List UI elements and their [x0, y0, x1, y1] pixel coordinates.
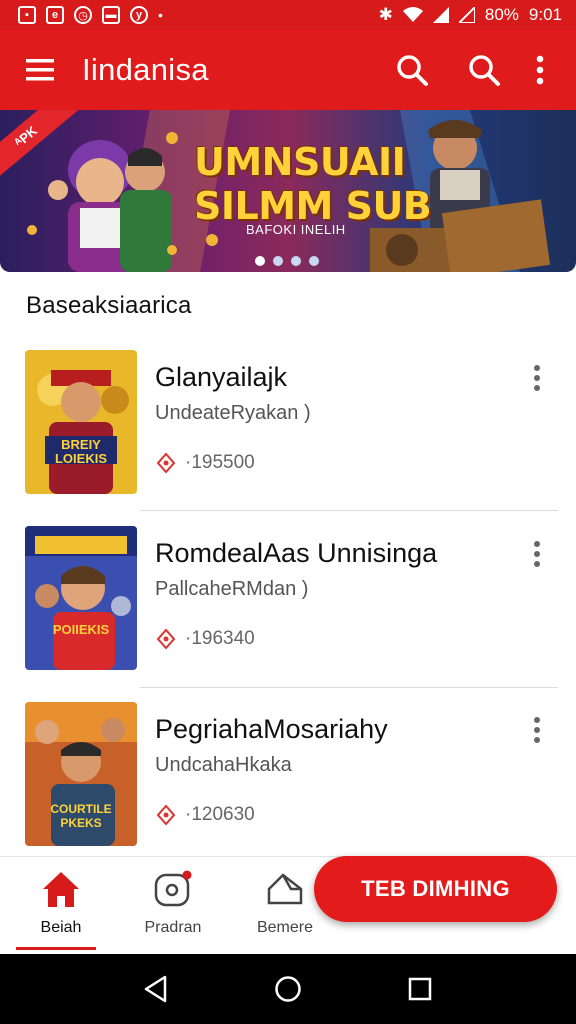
- menu-button[interactable]: [0, 30, 82, 110]
- game-list: BREIY LOIEKIS Glanyailajk UndeateRyakan …: [0, 340, 576, 868]
- notification-square-icon: ▪: [18, 6, 36, 24]
- carousel-dot[interactable]: [309, 256, 319, 266]
- item-meta: ·195500: [155, 452, 255, 474]
- item-more-button[interactable]: [522, 712, 552, 748]
- item-meta-value: ·196340: [185, 628, 255, 649]
- battery-percentage: 80%: [484, 5, 519, 24]
- list-item[interactable]: POIIEKIS RomdealAas Unnisinga PallcaheRM…: [0, 516, 576, 692]
- location-pin-icon: [156, 628, 176, 650]
- item-subtitle: UndcahaHkaka: [155, 754, 292, 776]
- game-thumbnail[interactable]: BREIY LOIEKIS: [25, 350, 137, 494]
- system-navigation-bar: [0, 954, 576, 1024]
- item-meta: ·120630: [155, 804, 255, 826]
- banner-title-line1: UMNSUAII: [194, 140, 406, 184]
- search-icon: [397, 55, 428, 86]
- nav-label: Pradran: [144, 919, 202, 936]
- item-meta-value: ·195500: [185, 452, 255, 473]
- system-status: ✱ 80% 9:01: [379, 5, 562, 25]
- list-item[interactable]: BREIY LOIEKIS Glanyailajk UndeateRyakan …: [0, 340, 576, 516]
- item-title: Glanyailajk: [155, 362, 288, 392]
- location-pin-icon: [156, 452, 176, 474]
- carousel-dot[interactable]: [255, 256, 265, 266]
- item-subtitle: UndeateRyakan ): [155, 402, 311, 424]
- section-title: Baseaksiaarica: [26, 292, 192, 319]
- notification-icons: ▪ e ◷ ▬ y •: [18, 6, 164, 24]
- clock-time: 9:01: [528, 5, 562, 24]
- home-icon: [43, 872, 79, 907]
- carousel-dot[interactable]: [273, 256, 283, 266]
- game-thumbnail-art: [25, 350, 137, 494]
- nav-label: Bemere: [256, 919, 314, 936]
- more-vertical-icon: [534, 541, 540, 567]
- item-title: RomdealAas Unnisinga: [155, 538, 438, 568]
- back-icon[interactable]: [143, 975, 169, 1003]
- search-button[interactable]: [376, 30, 448, 110]
- status-bar: ▪ e ◷ ▬ y • ✱ 80% 9:01: [0, 0, 576, 30]
- item-meta-value: ·120630: [185, 804, 255, 825]
- item-more-button[interactable]: [522, 536, 552, 572]
- thumbnail-caption: BREIY LOIEKIS: [54, 437, 107, 466]
- wifi-icon: [402, 7, 423, 23]
- location-pin-icon: [156, 804, 176, 826]
- app-screen: ▪ e ◷ ▬ y • ✱ 80% 9:01 Iindanisa ᴬPK UMN…: [0, 0, 576, 1024]
- notification-icon: [154, 870, 192, 907]
- app-notification-icon: e: [46, 6, 64, 24]
- list-item[interactable]: COURTILE PKEKS PegriahaMosariahy Undcaha…: [0, 692, 576, 868]
- game-thumbnail-art: [25, 526, 137, 670]
- nav-active-indicator: [16, 947, 96, 950]
- carousel-indicators: [255, 256, 319, 266]
- menu-icon: [26, 59, 54, 81]
- nav-label: Beiah: [40, 919, 82, 936]
- item-subtitle: PallcaheRMdan ): [155, 578, 309, 600]
- game-thumbnail[interactable]: COURTILE PKEKS: [25, 702, 137, 846]
- nav-item-home[interactable]: Beiah: [6, 857, 116, 955]
- item-more-button[interactable]: [522, 360, 552, 396]
- promo-banner[interactable]: ᴬPK UMNSUAII SILMM SUB BAFOKI INELIH: [0, 110, 576, 272]
- search-icon: [469, 55, 500, 86]
- game-thumbnail[interactable]: POIIEKIS: [25, 526, 137, 670]
- bluetooth-icon: ✱: [378, 5, 393, 24]
- house-outline-icon: [267, 873, 303, 905]
- app-bar: Iindanisa: [0, 30, 576, 110]
- item-meta: ·196340: [155, 628, 255, 650]
- more-notifications-icon: •: [158, 7, 164, 23]
- carousel-dot[interactable]: [291, 256, 301, 266]
- thumbnail-caption: POIIEKIS: [52, 622, 110, 637]
- more-vertical-icon: [534, 717, 540, 743]
- image-notification-icon: ▬: [102, 6, 120, 24]
- app-bar-actions: [376, 30, 576, 110]
- divider: [140, 687, 558, 688]
- search-button-2[interactable]: [448, 30, 520, 110]
- banner-subtitle: BAFOKI INELIH: [246, 222, 346, 237]
- more-vertical-icon: [534, 365, 540, 391]
- nav-item-pradran[interactable]: Pradran: [118, 857, 228, 955]
- overflow-menu-button[interactable]: [520, 30, 560, 110]
- clock-notification-icon: ◷: [74, 6, 92, 24]
- yahoo-notification-icon: y: [130, 6, 148, 24]
- app-title: Iindanisa: [82, 52, 209, 87]
- thumbnail-caption: COURTILE PKEKS: [50, 802, 112, 830]
- home-button-icon[interactable]: [274, 975, 302, 1003]
- banner-title: UMNSUAII SILMM SUB: [194, 140, 432, 228]
- more-vertical-icon: [536, 55, 544, 85]
- recents-icon[interactable]: [407, 976, 433, 1002]
- signal-icon-2: [458, 7, 475, 23]
- signal-icon: [432, 7, 449, 23]
- primary-action-button[interactable]: TEB DIMHING: [314, 856, 557, 922]
- item-title: PegriahaMosariahy: [155, 714, 388, 744]
- divider: [140, 510, 558, 511]
